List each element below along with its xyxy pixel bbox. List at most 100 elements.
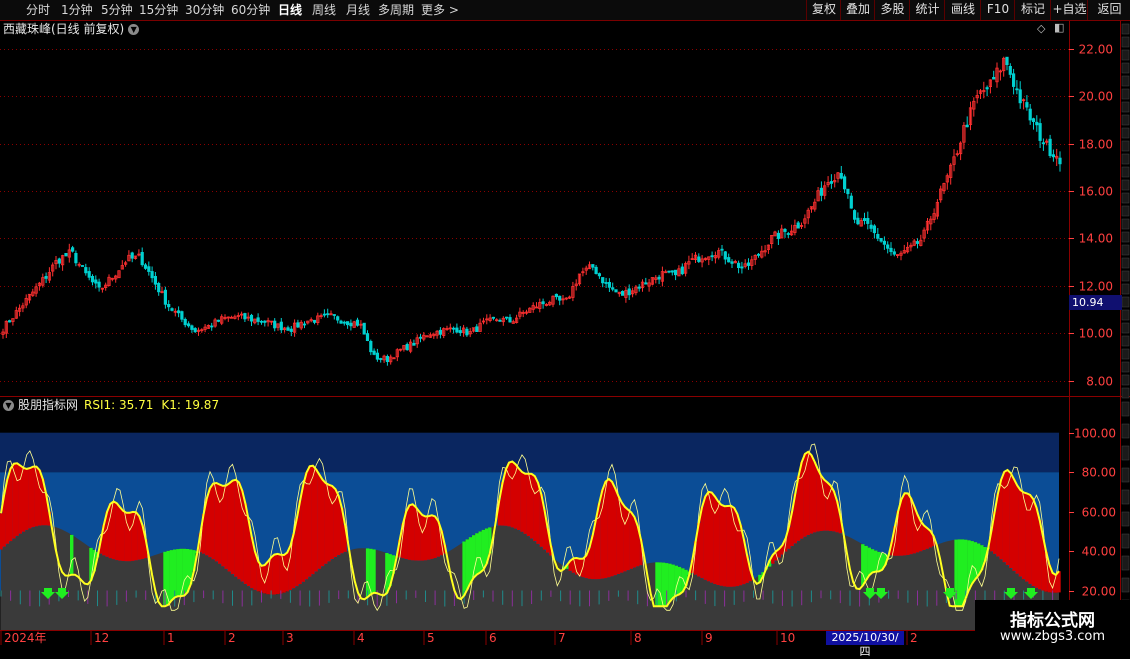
toolbar-button[interactable]: 返回 — [1087, 0, 1130, 20]
side-strip-cell — [1121, 489, 1130, 505]
indicator-fill-bar — [812, 461, 817, 533]
indicator-fill-bar — [1057, 571, 1061, 593]
side-strip-cell — [1121, 179, 1130, 191]
candle-body — [892, 251, 896, 255]
side-strip-cell — [1121, 244, 1130, 256]
indicator-fill-bar — [317, 474, 322, 569]
toolbar-button[interactable]: F10 — [980, 0, 1015, 20]
candle-body — [438, 329, 443, 335]
candle-body — [504, 316, 509, 319]
candle-body — [611, 287, 615, 290]
right-side-strip — [1121, 23, 1130, 637]
indicator-fill-bar — [861, 544, 865, 586]
indicator-fill-bar — [468, 537, 473, 583]
candle-body — [614, 289, 618, 293]
toolbar-button[interactable]: 统计 — [909, 0, 945, 20]
tab-period[interactable]: 60分钟 — [231, 2, 270, 18]
price-tick-label: 16.00 — [1079, 185, 1113, 199]
indicator-fill-bar — [182, 548, 186, 596]
candle-body — [379, 358, 383, 360]
candle-body — [558, 295, 562, 301]
tab-period[interactable]: 月线 — [346, 2, 370, 18]
tab-period[interactable]: 日线 — [278, 2, 302, 18]
candle-body — [1048, 138, 1052, 156]
indicator-fill-bar — [732, 507, 736, 587]
candle-body — [216, 319, 220, 322]
candle-body — [621, 290, 625, 296]
indicator-fill-bar — [703, 496, 707, 580]
candle-body — [597, 273, 602, 277]
candle-body — [674, 269, 678, 276]
toolbar-button[interactable]: 叠加 — [840, 0, 875, 20]
indicator-fill-bar — [816, 469, 820, 532]
candle-body — [312, 319, 317, 323]
candle-body — [727, 257, 731, 263]
candle-body — [829, 181, 834, 184]
indicator-fill-bar — [37, 470, 42, 526]
diamond-icon[interactable]: ◇ — [1037, 22, 1045, 35]
k-value: K1: 19.87 — [161, 398, 220, 412]
candle-body — [591, 264, 595, 268]
tab-period[interactable]: 更多 > — [421, 2, 459, 18]
tab-period[interactable]: 多周期 — [378, 2, 414, 18]
candle-body — [170, 308, 174, 311]
indicator-fill-bar — [1021, 492, 1026, 580]
side-strip-cell — [1121, 23, 1130, 35]
candle-body — [723, 251, 727, 260]
toolbar-button[interactable]: +自选 — [1050, 0, 1088, 20]
chart-canvas[interactable]: 8.0010.0012.0014.0016.0018.0020.0022.00 … — [0, 0, 1130, 650]
candle-body — [302, 323, 307, 326]
candle-body — [1025, 102, 1029, 108]
side-strip-cell — [1121, 231, 1130, 243]
tab-period[interactable]: 1分钟 — [61, 2, 93, 18]
candle-body — [657, 276, 661, 280]
tab-period[interactable]: 30分钟 — [185, 2, 224, 18]
side-strip-cell — [1121, 140, 1130, 152]
indicator-fill-bar — [661, 562, 666, 607]
tab-period[interactable]: 15分钟 — [139, 2, 178, 18]
chevron-down-icon[interactable]: ▼ — [128, 24, 140, 35]
candle-body — [541, 301, 545, 305]
indicator-fill-bar — [520, 472, 524, 532]
candle-body — [607, 281, 612, 288]
indicator-tick-label: 60.00 — [1082, 506, 1116, 520]
toolbar-button[interactable]: 复权 — [806, 0, 841, 20]
toolbar-button[interactable]: 标记 — [1014, 0, 1051, 20]
candle-body — [601, 277, 605, 284]
candle-body — [44, 275, 48, 279]
watermark-url: www.zbgs3.com — [999, 629, 1106, 644]
indicator-fill-bar — [729, 505, 733, 587]
indicator-fill-bar — [324, 483, 328, 564]
candle-body — [786, 233, 790, 235]
indicator-fill-bar — [420, 515, 424, 561]
candle-body — [637, 286, 641, 289]
indicator-fill-bar — [706, 491, 711, 582]
side-strip-cell — [1121, 348, 1130, 360]
indicator-fill-bar — [427, 516, 431, 560]
candle-body — [385, 355, 390, 362]
candle-body — [869, 224, 873, 229]
candle-body — [375, 352, 380, 360]
candle-body — [866, 217, 870, 224]
toolbar-button[interactable]: 画线 — [944, 0, 981, 20]
tab-period[interactable]: 周线 — [312, 2, 336, 18]
side-strip-cell — [1121, 445, 1130, 461]
tab-period[interactable]: 分时 — [26, 2, 50, 18]
candle-body — [458, 330, 462, 334]
candle-body — [57, 258, 61, 264]
toolbar-button[interactable]: 多股 — [874, 0, 910, 20]
chevron-down-icon[interactable]: ▼ — [3, 400, 14, 411]
candle-body — [1058, 157, 1062, 165]
window-toggle-icon[interactable]: ◧ — [1054, 21, 1064, 34]
time-axis: 2024年 12 1 2 3 4 5 6 7 8 9 10 2 — [0, 631, 918, 645]
indicator-fill-bar — [423, 516, 428, 561]
candle-body — [862, 218, 867, 221]
side-strip-cell — [1121, 257, 1130, 269]
tab-period[interactable]: 5分钟 — [101, 2, 133, 18]
candle-body — [326, 313, 330, 316]
candle-body — [259, 320, 264, 323]
candle-body — [153, 275, 157, 285]
candle-body — [1012, 73, 1016, 87]
side-strip-cell — [1121, 36, 1130, 48]
candle-body — [193, 328, 197, 333]
